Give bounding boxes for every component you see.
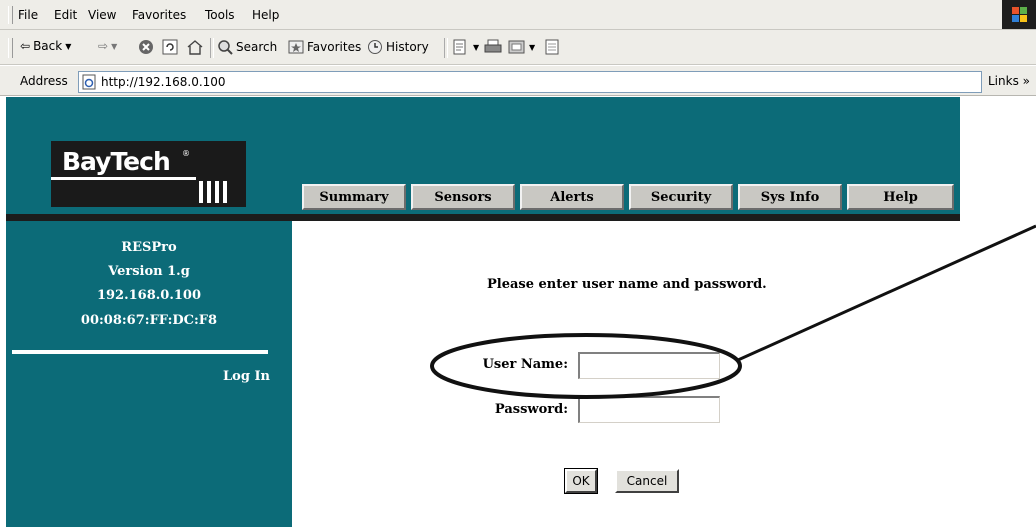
favorites-label: Favorites <box>307 40 362 54</box>
nav-help[interactable]: Help <box>847 184 954 210</box>
home-icon <box>187 40 203 55</box>
nav-sensors[interactable]: Sensors <box>411 184 515 210</box>
mail-button[interactable]: ▼ <box>508 39 535 55</box>
favorites-button[interactable]: Favorites <box>288 39 361 55</box>
username-input[interactable] <box>578 352 720 379</box>
address-url: http://192.168.0.100 <box>101 75 226 89</box>
ok-button[interactable]: OK <box>564 468 598 494</box>
search-button[interactable]: Search <box>217 39 277 55</box>
toolbar-separator <box>444 38 448 58</box>
search-label: Search <box>236 40 278 54</box>
username-label: User Name: <box>482 357 568 372</box>
login-link[interactable]: Log In <box>200 369 270 384</box>
version-text: Version 1.g <box>108 264 190 279</box>
windows-logo-icon <box>1002 0 1036 29</box>
chevron-down-icon: ▼ <box>65 41 72 51</box>
chevron-down-icon: ▼ <box>473 42 480 52</box>
menu-file[interactable]: File <box>18 8 38 22</box>
nav-summary[interactable]: Summary <box>302 184 406 210</box>
address-input[interactable]: http://192.168.0.100 <box>78 71 982 93</box>
callout-line <box>737 224 1036 362</box>
back-arrow-icon: ⇦ <box>20 39 31 53</box>
standard-toolbar: ⇦ Back ▼ ⇨ ▼ Search Favorites History ▼ … <box>0 30 1036 65</box>
menu-help[interactable]: Help <box>252 8 279 22</box>
history-label: History <box>386 40 429 54</box>
links-button[interactable]: Links » <box>988 74 1030 88</box>
nav-alerts[interactable]: Alerts <box>520 184 624 210</box>
menu-edit[interactable]: Edit <box>54 8 77 22</box>
edit-icon <box>453 39 466 55</box>
ip-address: 192.168.0.100 <box>96 288 202 303</box>
ie-page-icon <box>82 74 96 90</box>
logo-text: BayTech <box>62 147 171 176</box>
forward-button[interactable]: ⇨ ▼ <box>98 39 117 53</box>
favorites-icon <box>288 40 304 54</box>
nav-security[interactable]: Security <box>629 184 733 210</box>
mail-icon <box>508 40 525 54</box>
menu-tools[interactable]: Tools <box>205 8 235 22</box>
page-button[interactable] <box>545 39 559 55</box>
refresh-icon <box>162 39 178 55</box>
mac-address: 00:08:67:FF:DC:F8 <box>80 313 218 328</box>
back-label: Back <box>33 39 63 53</box>
history-icon <box>368 40 382 54</box>
menu-favorites[interactable]: Favorites <box>132 8 186 22</box>
menu-view[interactable]: View <box>88 8 116 22</box>
chevron-down-icon: ▼ <box>529 42 536 52</box>
chevron-down-icon: ▼ <box>111 41 118 51</box>
header-divider <box>6 214 960 221</box>
nav-sys-info[interactable]: Sys Info <box>738 184 842 210</box>
toolbar-separator <box>210 38 214 58</box>
edit-button[interactable]: ▼ <box>452 39 479 55</box>
password-label: Password: <box>494 402 568 417</box>
logo-bars <box>199 181 227 203</box>
page-icon <box>545 39 559 55</box>
forward-arrow-icon: ⇨ <box>98 39 109 53</box>
password-input[interactable] <box>578 396 720 423</box>
print-button[interactable] <box>484 39 502 55</box>
product-name: RESPro <box>121 240 177 255</box>
address-bar: Address http://192.168.0.100 Links » <box>0 66 1036 96</box>
logo-underline <box>51 177 196 180</box>
home-button[interactable] <box>186 39 204 55</box>
logo-registered-mark: ® <box>182 149 190 158</box>
search-icon <box>218 40 233 55</box>
print-icon <box>484 39 502 53</box>
refresh-button[interactable] <box>162 39 178 55</box>
toolbar-grip <box>8 38 13 58</box>
address-label: Address <box>20 74 68 88</box>
menu-grip <box>8 6 13 24</box>
stop-button[interactable] <box>138 39 154 55</box>
history-button[interactable]: History <box>367 39 429 55</box>
menu-bar: File Edit View Favorites Tools Help <box>0 0 1036 30</box>
back-button[interactable]: ⇦ Back ▼ <box>20 39 71 53</box>
cancel-button[interactable]: Cancel <box>615 469 679 493</box>
login-prompt: Please enter user name and password. <box>487 277 767 292</box>
baytech-logo: BayTech ® <box>51 141 246 207</box>
stop-icon <box>139 40 153 54</box>
sidebar-divider <box>12 350 268 354</box>
